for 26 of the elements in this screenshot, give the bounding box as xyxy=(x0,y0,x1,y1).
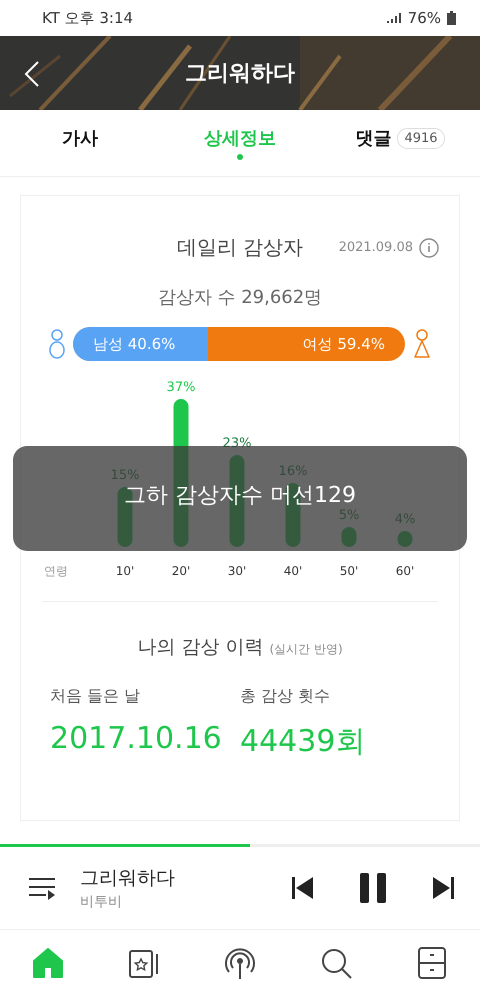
date-label: 2021.09.08 xyxy=(338,240,413,255)
category-label: 10' xyxy=(116,564,134,578)
realtime-note: (실시간 반영) xyxy=(269,641,343,658)
player-artist: 비투비 xyxy=(80,893,123,911)
category-label: 20' xyxy=(172,564,190,578)
axis-label: 연령 xyxy=(44,564,68,578)
listener-count: 감상자 수 29,662명 xyxy=(158,286,322,309)
battery-level: 76% xyxy=(408,9,441,27)
male-share: 남성 40.6% xyxy=(92,334,176,354)
stat-value: 2017.10.16 xyxy=(50,721,223,758)
song-title: 그리워하다 xyxy=(185,60,295,88)
category-label: 50' xyxy=(340,564,358,578)
section-title: 데일리 감상자 xyxy=(176,234,304,261)
status-carrier: KT 오후 3:14 xyxy=(42,8,134,28)
stat-label: 총 감상 횟수 xyxy=(240,686,332,707)
stat-label: 처음 들은 날 xyxy=(50,686,142,707)
section-title: 나의 감상 이력 xyxy=(137,635,264,660)
category-label: 60' xyxy=(396,564,414,578)
player-title: 그리워하다 xyxy=(80,866,176,891)
category-label: 30' xyxy=(228,564,246,578)
female-share: 여성 59.4% xyxy=(302,334,386,354)
value-label: 37% xyxy=(166,380,196,395)
category-label: 40' xyxy=(284,564,302,578)
caption-text: 그하 감상자수 머선129 xyxy=(124,485,356,507)
comment-count: 4916 xyxy=(397,128,445,148)
stat-value: 44439회 xyxy=(240,723,366,761)
